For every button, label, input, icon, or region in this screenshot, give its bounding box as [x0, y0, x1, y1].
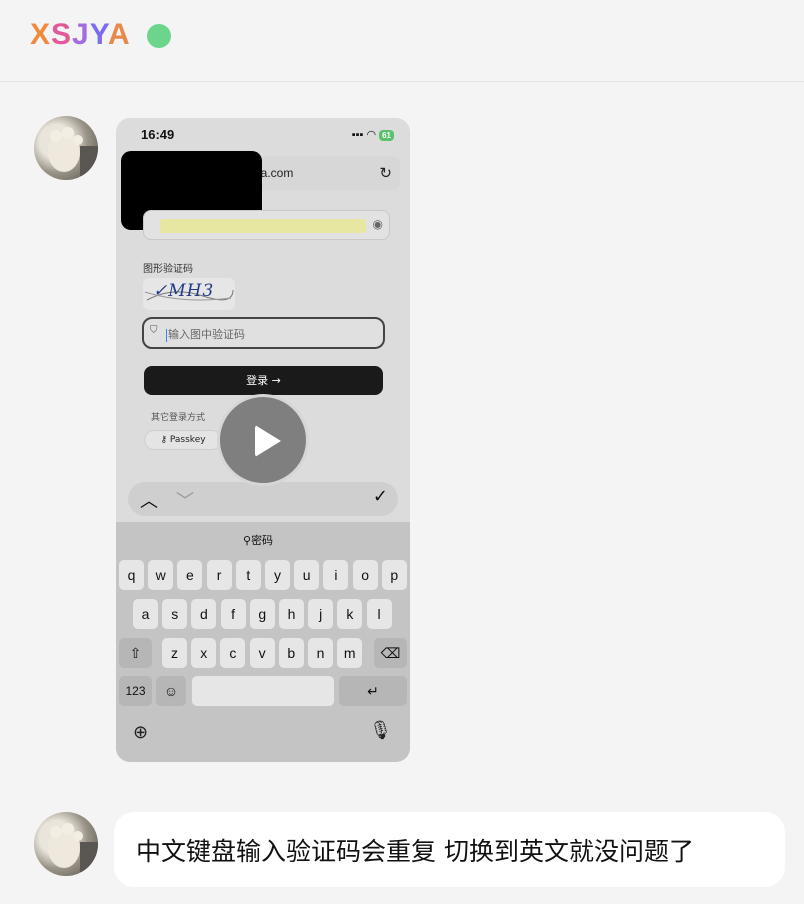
key-icon: ⚲: [243, 534, 252, 547]
backspace-icon: ⌫: [374, 638, 407, 668]
key-d: d: [191, 599, 217, 629]
brand-letter: X: [30, 18, 52, 51]
captcha-label: 图形验证码: [143, 264, 193, 275]
brand-letter: S: [51, 18, 73, 51]
shield-icon: ⛉: [150, 325, 158, 336]
key-v: v: [249, 638, 275, 668]
keyboard-suggestion-bar: ⚲密码: [116, 522, 410, 558]
text-caret: [166, 328, 167, 342]
captcha-text: ✓MH3: [153, 281, 215, 301]
key-f: f: [220, 599, 246, 629]
space-key: [192, 676, 334, 706]
key-m: m: [337, 638, 363, 668]
key-i: i: [323, 560, 349, 590]
key-c: c: [220, 638, 246, 668]
key-y: y: [265, 560, 290, 590]
avatar[interactable]: [34, 116, 98, 180]
phone-time: 16:49: [141, 127, 175, 142]
suggestion-text: 密码: [251, 534, 274, 547]
key-e: e: [177, 560, 203, 590]
play-icon: [255, 425, 281, 457]
text-message[interactable]: 中文键盘输入验证码会重复 切换到英文就没问题了: [114, 812, 785, 887]
key-k: k: [337, 599, 363, 629]
key-r: r: [206, 560, 232, 590]
key-a: a: [133, 599, 158, 629]
signal-wifi-icon: ▪▪▪ ◠ 61: [352, 128, 394, 141]
key-icon: ⚷: [160, 435, 170, 445]
password-suggestion: ⚲密码: [243, 532, 273, 548]
captcha-input: ⛉ 输入图中验证码: [142, 317, 385, 349]
video-message[interactable]: 16:49 ▪▪▪ ◠ 61 ga.com ↻ ◉ 图形验证码 ✓MH3 ⛉ 输入…: [116, 118, 410, 762]
brand-letter: J: [72, 18, 90, 51]
key-h: h: [279, 599, 304, 629]
captcha-placeholder: 输入图中验证码: [166, 326, 245, 342]
key-b: b: [278, 638, 304, 668]
brand-letter: A: [107, 18, 131, 51]
reload-icon: ↻: [379, 164, 392, 182]
key-s: s: [162, 599, 188, 629]
password-field: ◉: [143, 210, 390, 240]
shift-icon: ⇧: [119, 638, 152, 668]
key-l: l: [366, 599, 392, 629]
key-w: w: [148, 560, 174, 590]
numbers-key: 123: [119, 676, 152, 706]
key-p: p: [381, 560, 407, 590]
key-x: x: [191, 638, 217, 668]
battery-icon: 61: [379, 130, 394, 141]
autofill-highlight: [160, 219, 366, 233]
key-u: u: [294, 560, 320, 590]
placeholder-text: 输入图中验证码: [168, 328, 245, 341]
contact-name[interactable]: XSJYA: [30, 18, 131, 52]
chat-header: XSJYA: [0, 0, 804, 82]
passkey-label: Passkey: [169, 435, 206, 445]
other-login-label: 其它登录方式: [151, 413, 206, 423]
chevron-down-icon: ﹀: [176, 491, 194, 512]
key-g: g: [249, 599, 275, 629]
play-button[interactable]: [217, 394, 309, 486]
emoji-icon: ☺: [156, 676, 186, 706]
keyboard: ⚲密码 qwertyuiop asdfghjkl zxcvbnm 123 ☺ ↵ ⇧…: [116, 522, 410, 762]
brand-letter: Y: [89, 18, 108, 51]
eye-icon: ◉: [372, 217, 383, 231]
check-icon: ✓: [372, 486, 388, 507]
passkey-button: ⚷ Passkey: [144, 430, 222, 450]
online-status-icon: [147, 24, 171, 48]
key-q: q: [119, 560, 144, 590]
key-o: o: [352, 560, 378, 590]
chevron-up-icon: ︿: [140, 491, 158, 512]
avatar[interactable]: [34, 812, 98, 876]
key-j: j: [308, 599, 334, 629]
return-icon: ↵: [339, 676, 407, 706]
globe-icon: ⊕: [133, 722, 149, 743]
form-nav-toolbar: ︿ ﹀ ✓: [128, 482, 398, 516]
captcha-image: ✓MH3: [143, 278, 235, 310]
key-z: z: [162, 638, 187, 668]
message-text: 中文键盘输入验证码会重复 切换到英文就没问题了: [136, 837, 694, 866]
phone-status-bar: 16:49 ▪▪▪ ◠ 61: [116, 118, 410, 154]
key-n: n: [308, 638, 333, 668]
microphone-icon: 🎙: [369, 720, 392, 741]
key-t: t: [235, 560, 261, 590]
login-button: 登录 →: [144, 366, 383, 395]
